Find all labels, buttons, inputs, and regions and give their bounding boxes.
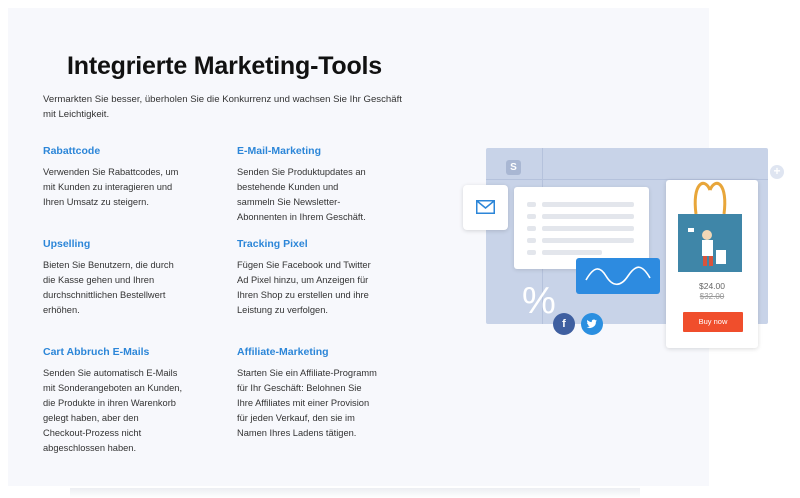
product-price: $24.00 — [699, 281, 725, 291]
doc-line — [542, 214, 634, 219]
feature-affiliate-marketing: Affiliate-Marketing Starten Sie ein Affi… — [237, 346, 377, 441]
doc-bullet — [527, 250, 536, 255]
feature-title: Upselling — [43, 238, 91, 250]
feature-email-marketing: E-Mail-Marketing Senden Sie Produktupdat… — [237, 145, 377, 225]
tote-bag-image — [678, 182, 742, 272]
analytics-card — [576, 258, 660, 294]
marketing-illustration: S % + f $24.00 $32.00 Buy now — [460, 140, 784, 370]
feature-text: Verwenden Sie Rabattcodes, um mit Kunden… — [43, 167, 179, 207]
feature-text: Senden Sie automatisch E-Mails mit Sonde… — [43, 368, 183, 453]
doc-bullet — [527, 226, 536, 231]
feature-text: Bieten Sie Benutzern, die durch die Kass… — [43, 260, 174, 315]
feature-upselling: Upselling Bieten Sie Benutzern, die durc… — [43, 238, 183, 318]
twitter-icon — [581, 313, 603, 335]
doc-bullet — [527, 214, 536, 219]
feature-title: Affiliate-Marketing — [237, 346, 329, 358]
store-logo-icon: S — [506, 160, 521, 175]
product-old-price: $32.00 — [699, 292, 725, 301]
page-title: Integrierte Marketing-Tools — [67, 52, 383, 80]
mail-card — [463, 185, 508, 230]
doc-line — [542, 202, 634, 207]
newsletter-document — [514, 187, 649, 269]
feature-cart-abbruch: Cart Abbruch E-Mails Senden Sie automati… — [43, 346, 183, 456]
facebook-icon: f — [553, 313, 575, 335]
feature-title: Rabattcode — [43, 145, 101, 157]
percent-icon: % — [522, 280, 556, 322]
mail-icon — [476, 200, 495, 214]
feature-text: Fügen Sie Facebook und Twitter Ad Pixel … — [237, 260, 371, 315]
feature-rabattcode: Rabattcode Verwenden Sie Rabattcodes, um… — [43, 145, 183, 210]
feature-tracking-pixel: Tracking Pixel Fügen Sie Facebook und Tw… — [237, 238, 377, 318]
section-bottom-shadow — [70, 488, 640, 498]
doc-line — [542, 226, 634, 231]
product-card: $24.00 $32.00 Buy now — [666, 180, 758, 348]
doc-bullet — [527, 202, 536, 207]
doc-line — [542, 250, 602, 255]
feature-text: Starten Sie ein Affiliate-Programm für I… — [237, 368, 377, 438]
buy-now-button[interactable]: Buy now — [683, 312, 743, 332]
doc-line — [542, 238, 634, 243]
wave-chart-icon — [585, 266, 651, 286]
doc-bullet — [527, 238, 536, 243]
feature-title: E-Mail-Marketing — [237, 145, 322, 157]
feature-text: Senden Sie Produktupdates an bestehende … — [237, 167, 366, 222]
feature-title: Tracking Pixel — [237, 238, 308, 250]
page-subtitle: Vermarkten Sie besser, überholen Sie die… — [43, 94, 402, 120]
plus-icon: + — [770, 165, 784, 179]
feature-title: Cart Abbruch E-Mails — [43, 346, 150, 358]
